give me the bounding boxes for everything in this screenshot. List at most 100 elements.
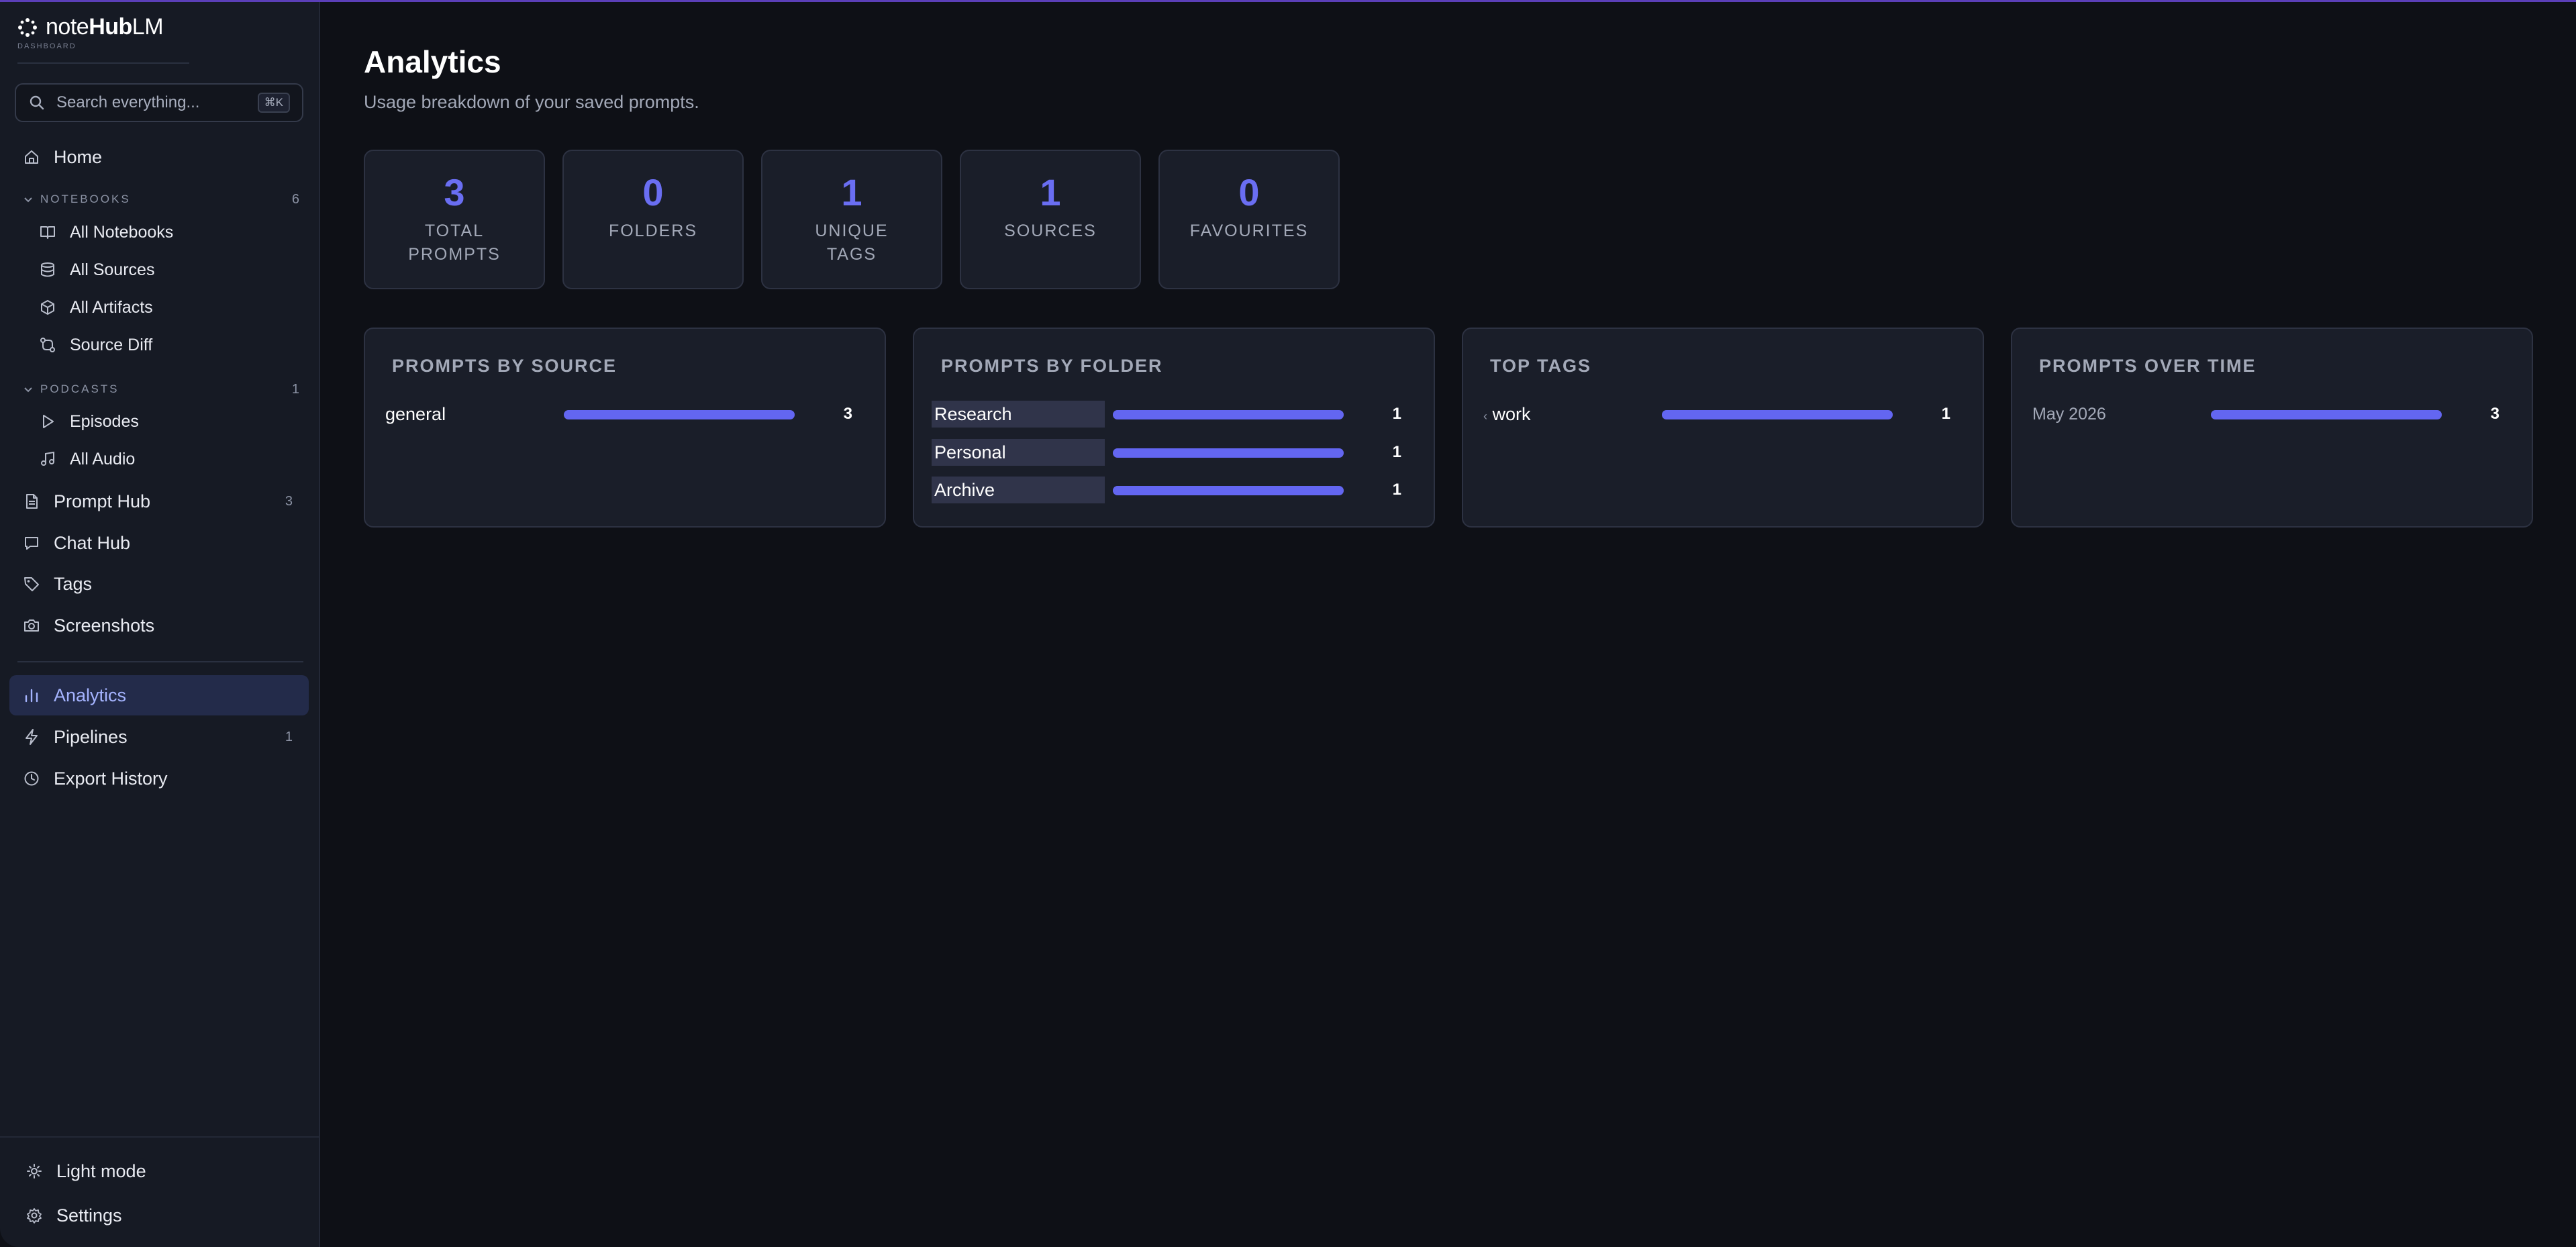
lightning-icon bbox=[26, 729, 38, 745]
card-prompts-by-folder: PROMPTS BY FOLDER Research 1 Personal 1 … bbox=[913, 328, 1435, 528]
page-title: Analytics bbox=[364, 44, 501, 79]
chevron-down-icon bbox=[24, 387, 32, 393]
sidebar-item-tags[interactable]: Tags bbox=[9, 564, 309, 604]
bar-row: May 2026 3 bbox=[2030, 401, 2517, 428]
sidebar-item-all-audio[interactable]: All Audio bbox=[26, 441, 309, 477]
bar-label: Research bbox=[932, 401, 1105, 428]
main-content: Analytics Usage breakdown of your saved … bbox=[320, 2, 2576, 1247]
diff-icon bbox=[40, 338, 55, 352]
sidebar-item-label: Screenshots bbox=[54, 615, 155, 636]
sidebar-item-home[interactable]: Home bbox=[9, 137, 309, 177]
logo[interactable]: noteHubLM bbox=[17, 14, 164, 40]
bar-fill bbox=[1113, 486, 1344, 495]
tag-icon bbox=[24, 577, 39, 591]
search-input[interactable]: Search everything... ⌘K bbox=[15, 83, 303, 122]
stat-value: 0 bbox=[642, 171, 664, 213]
section-podcasts[interactable]: PODCASTS 1 bbox=[23, 381, 299, 397]
bar-value: 3 bbox=[2490, 405, 2499, 423]
section-notebooks[interactable]: NOTEBOOKS 6 bbox=[23, 191, 299, 207]
bar-fill bbox=[1113, 410, 1344, 419]
bar-track bbox=[1113, 410, 1344, 419]
card-prompts-over-time: PROMPTS OVER TIME May 2026 3 bbox=[2011, 328, 2533, 528]
sidebar-item-label: Tags bbox=[54, 573, 93, 594]
light-mode-toggle[interactable]: Light mode bbox=[12, 1151, 311, 1191]
sidebar-item-label: Analytics bbox=[54, 685, 127, 705]
logo-mark-icon bbox=[18, 17, 37, 37]
bar-row: ‹ work 1 bbox=[1481, 401, 1968, 428]
sidebar-item-pipelines[interactable]: Pipelines 1 bbox=[9, 717, 309, 757]
section-count: 1 bbox=[291, 381, 299, 397]
stat-value: 1 bbox=[841, 171, 862, 213]
stat-value: 1 bbox=[1040, 171, 1061, 213]
sidebar-item-label: Episodes bbox=[70, 411, 139, 431]
sun-icon bbox=[27, 1164, 42, 1179]
sidebar-item-all-notebooks[interactable]: All Notebooks bbox=[26, 214, 309, 250]
stat-label: UNIQUE TAGS bbox=[815, 221, 889, 264]
bar-value: 1 bbox=[1941, 405, 1950, 423]
stat-unique-tags: 1 UNIQUE TAGS bbox=[761, 150, 942, 289]
bar-value: 1 bbox=[1392, 405, 1401, 423]
bar-label: Archive bbox=[932, 477, 1105, 503]
bar-row: Personal 1 bbox=[932, 439, 1419, 466]
sidebar-divider bbox=[17, 661, 303, 662]
sidebar-item-export-history[interactable]: Export History bbox=[9, 758, 309, 799]
logo-text: noteHubLM bbox=[46, 14, 164, 40]
stat-favourites: 0 FAVOURITES bbox=[1158, 150, 1340, 289]
bar-label: May 2026 bbox=[2032, 405, 2106, 423]
sidebar-item-all-sources[interactable]: All Sources bbox=[26, 252, 309, 288]
sidebar-item-label: All Sources bbox=[70, 260, 155, 279]
bar-label: ‹ work bbox=[1483, 404, 1531, 424]
section-count: 6 bbox=[291, 191, 299, 207]
sidebar-item-chat-hub[interactable]: Chat Hub bbox=[9, 523, 309, 563]
card-title: PROMPTS OVER TIME bbox=[2039, 356, 2257, 376]
card-prompts-by-source: PROMPTS BY SOURCE general 3 bbox=[364, 328, 886, 528]
book-icon bbox=[40, 226, 55, 239]
sidebar-item-label: Chat Hub bbox=[54, 532, 131, 553]
card-title: TOP TAGS bbox=[1490, 356, 1592, 376]
sidebar-item-label: All Notebooks bbox=[70, 222, 174, 242]
sidebar-item-source-diff[interactable]: Source Diff bbox=[26, 327, 309, 363]
app-window: noteHubLM DASHBOARD Search everything...… bbox=[0, 0, 2576, 1247]
bar-track bbox=[1113, 448, 1344, 458]
stat-label: FAVOURITES bbox=[1189, 221, 1309, 240]
sidebar-item-label: Home bbox=[54, 146, 103, 167]
sidebar-item-label: All Audio bbox=[70, 449, 136, 468]
chevron-down-icon bbox=[24, 197, 32, 203]
sidebar-item-screenshots[interactable]: Screenshots bbox=[9, 605, 309, 646]
sidebar-item-count: 1 bbox=[285, 729, 293, 744]
card-top-tags: TOP TAGS ‹ work 1 bbox=[1462, 328, 1984, 528]
sidebar-item-all-artifacts[interactable]: All Artifacts bbox=[26, 289, 309, 326]
stat-sources: 1 SOURCES bbox=[960, 150, 1141, 289]
cube-icon bbox=[41, 300, 54, 315]
sidebar-item-label: Pipelines bbox=[54, 726, 128, 747]
bar-value: 3 bbox=[843, 405, 852, 423]
bar-label: Personal bbox=[932, 439, 1105, 466]
clock-icon bbox=[24, 771, 39, 786]
stat-value: 0 bbox=[1238, 171, 1260, 213]
home-icon bbox=[25, 150, 38, 164]
sidebar-item-analytics[interactable]: Analytics bbox=[9, 675, 309, 715]
chat-icon bbox=[25, 537, 38, 550]
bar-label: general bbox=[385, 404, 446, 424]
bar-chart-icon bbox=[25, 689, 38, 703]
sidebar-item-count: 3 bbox=[285, 493, 293, 509]
bar-row: Archive 1 bbox=[932, 477, 1419, 503]
sidebar-item-label: All Artifacts bbox=[70, 297, 153, 317]
light-mode-label: Light mode bbox=[56, 1160, 146, 1181]
search-shortcut: ⌘K bbox=[257, 93, 290, 113]
camera-icon bbox=[24, 619, 39, 632]
search-icon bbox=[30, 95, 44, 110]
stat-total-prompts: 3 TOTAL PROMPTS bbox=[364, 150, 545, 289]
stat-folders: 0 FOLDERS bbox=[562, 150, 744, 289]
sidebar-item-episodes[interactable]: Episodes bbox=[26, 403, 309, 440]
sidebar: noteHubLM DASHBOARD Search everything...… bbox=[0, 2, 320, 1247]
play-icon bbox=[43, 415, 54, 428]
bar-row: Research 1 bbox=[932, 401, 1419, 428]
logo-subtitle: DASHBOARD bbox=[17, 42, 77, 50]
bar-row: general 3 bbox=[383, 401, 870, 428]
sidebar-item-prompt-hub[interactable]: Prompt Hub 3 bbox=[9, 481, 309, 521]
stat-label: FOLDERS bbox=[608, 221, 698, 240]
settings-button[interactable]: Settings bbox=[12, 1195, 311, 1236]
card-title: PROMPTS BY SOURCE bbox=[392, 356, 617, 376]
bar-fill bbox=[564, 410, 795, 419]
